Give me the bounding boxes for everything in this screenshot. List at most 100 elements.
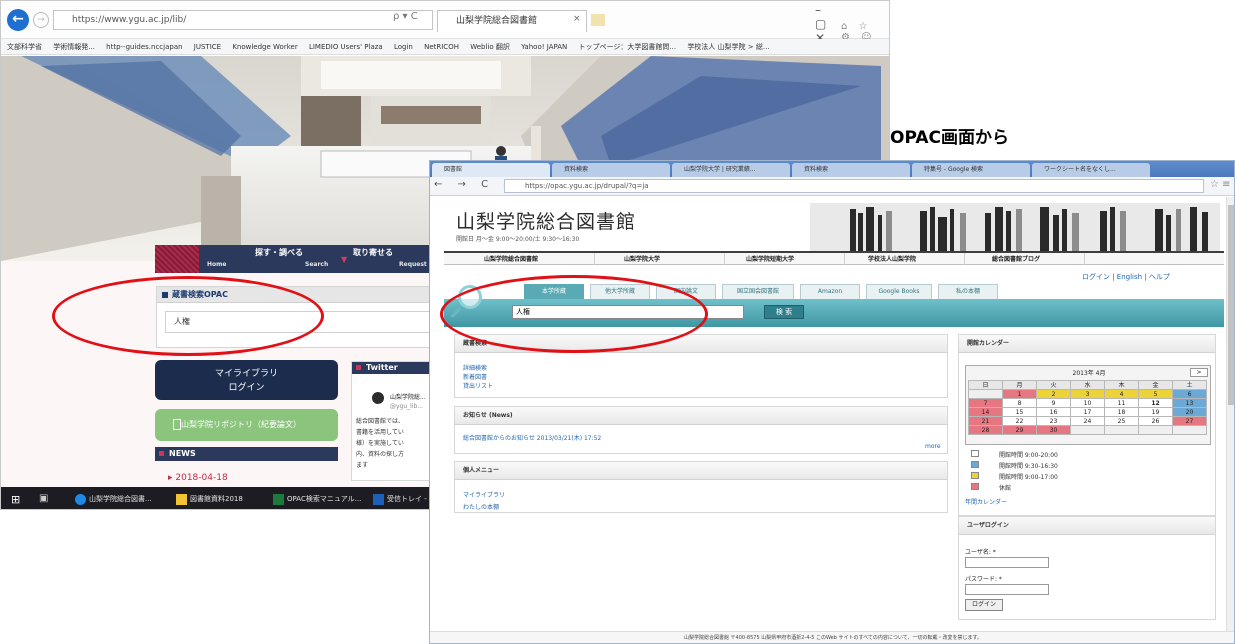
favorite-link[interactable]: Yahoo! JAPAN <box>521 43 567 51</box>
nav-blog[interactable]: 総合図書館ブログ <box>992 254 1040 265</box>
favorite-link[interactable]: Login <box>394 43 413 51</box>
calendar-day: 21 <box>968 416 1003 426</box>
login-button[interactable]: ログイン <box>965 599 1003 611</box>
chrome-tab[interactable]: 資料検索 <box>792 163 910 177</box>
calendar-day: 23 <box>1036 416 1071 426</box>
nav-school-corp[interactable]: 学校法人山梨学院 <box>868 254 916 265</box>
taskbar-label: 山梨学院総合図書... <box>89 495 152 503</box>
favorite-link[interactable]: LIMEDIO Users' Plaza <box>309 43 383 51</box>
legend-label: 休館 <box>999 485 1012 492</box>
news-date-link[interactable]: ▸ 2018-04-18 <box>168 473 228 483</box>
page-footer: 山梨学院総合図書館 〒400-8575 山梨県甲府市酒折2-4-5 このWeb … <box>430 631 1234 643</box>
calendar-day: 14 <box>968 407 1003 417</box>
weekday-header: 木 <box>1104 380 1139 390</box>
calendar-day: 27 <box>1172 416 1207 426</box>
weekday-header: 金 <box>1138 380 1173 390</box>
calendar-day: 13 <box>1172 398 1207 408</box>
favorite-link[interactable]: NetRICOH <box>424 43 459 51</box>
taskbar-folder[interactable]: 図書館資料2018 <box>176 491 243 507</box>
favorite-link[interactable]: JUSTICE <box>194 43 221 51</box>
tab-my-bookshelf[interactable]: 私の本棚 <box>938 284 998 299</box>
forward-arrow-icon[interactable]: → <box>33 12 49 28</box>
taskbar-excel[interactable]: OPAC検索マニュアル... <box>273 491 361 507</box>
my-bookshelf-link[interactable]: わたしの本棚 <box>463 502 499 511</box>
calendar-day: 29 <box>1002 425 1037 435</box>
favorite-link[interactable]: Knowledge Worker <box>232 43 297 51</box>
calendar-day: 4 <box>1104 389 1139 399</box>
chrome-tab-strip: 図書館 資料検索 山梨学院大学 | 研究業績... 資料検索 特集号 - Goo… <box>430 161 1234 177</box>
chrome-tab[interactable]: 資料検索 <box>552 163 670 177</box>
calendar-day: 6 <box>1172 389 1207 399</box>
nav-divider <box>1084 253 1085 265</box>
nav-home[interactable]: Home <box>207 261 226 268</box>
bookmark-star-icon[interactable]: ☆ ≡ <box>1210 179 1231 190</box>
favorite-link[interactable]: 学術情報発... <box>53 43 95 51</box>
taskbar-ie[interactable]: 山梨学院総合図書... <box>75 491 152 507</box>
username-input[interactable] <box>965 557 1049 568</box>
weekday-header: 土 <box>1172 380 1207 390</box>
favorite-link[interactable]: http--guides.nccjapan <box>106 43 182 51</box>
nav-library[interactable]: 山梨学院総合図書館 <box>484 254 538 265</box>
next-month-button[interactable]: > <box>1190 368 1208 377</box>
library-title[interactable]: 山梨学院総合図書館 <box>456 207 636 234</box>
tab-ndl[interactable]: 国立国会図書館 <box>722 284 794 299</box>
taskbar-label: OPAC検索マニュアル... <box>287 495 362 503</box>
advanced-search-link[interactable]: 詳細検索 <box>463 363 487 372</box>
close-tab-icon[interactable]: × <box>573 14 581 24</box>
favorite-link[interactable]: 学校法人 山梨学院 > 総... <box>687 43 769 51</box>
password-input[interactable] <box>965 584 1049 595</box>
chrome-toolbar: ← → C ⌂ https://opac.ygu.ac.jp/drupal/?q… <box>430 177 1234 196</box>
news-item-link[interactable]: 総合図書館からのお知らせ 2013/03/21(木) 17:52 <box>463 433 601 442</box>
excel-icon <box>273 493 284 505</box>
nav-junior-college[interactable]: 山梨学院短期大学 <box>746 254 794 265</box>
chrome-tab[interactable]: 特集号 - Google 検索 <box>912 163 1030 177</box>
twitter-account-name[interactable]: 山梨学院総... <box>390 392 426 401</box>
nav-decor <box>155 245 199 273</box>
favorite-link[interactable]: Weblio 翻訳 <box>470 43 510 51</box>
nav-divider <box>964 253 965 265</box>
nav-request[interactable]: 取り寄せる <box>353 247 393 258</box>
tab-amazon[interactable]: Amazon <box>800 284 860 299</box>
chrome-tab[interactable]: 図書館 <box>432 163 550 177</box>
favorite-link[interactable]: 文部科学省 <box>7 43 42 51</box>
search-refresh-icon[interactable]: ρ ▾ C <box>393 11 418 22</box>
ie-icon <box>75 493 86 505</box>
my-library-login-button[interactable]: マイライブラリ ログイン <box>155 360 338 400</box>
weekday-header: 日 <box>968 380 1003 390</box>
chrome-address-bar[interactable]: https://opac.ygu.ac.jp/drupal/?q=ja <box>504 179 1204 193</box>
legend-label: 開館時間 9:30-16:30 <box>999 463 1058 470</box>
chrome-tab[interactable]: ワークシート名をなくし... <box>1032 163 1150 177</box>
ie-title-bar: ← → https://www.ygu.ac.jp/lib/ ρ ▾ C 山梨学… <box>1 1 889 45</box>
my-library-link[interactable]: マイライブラリ <box>463 490 505 499</box>
calendar-day: 18 <box>1104 407 1139 417</box>
scrollbar-thumb[interactable] <box>1228 205 1234 405</box>
ie-address-bar[interactable]: https://www.ygu.ac.jp/lib/ <box>53 10 433 30</box>
chrome-tab[interactable]: 山梨学院大学 | 研究業績... <box>672 163 790 177</box>
ie-tab-library[interactable]: 山梨学院総合図書館 <box>437 10 587 32</box>
nav-search[interactable]: 探す・調べる <box>255 247 303 258</box>
nav-university[interactable]: 山梨学院大学 <box>624 254 660 265</box>
legend-swatch <box>971 450 979 457</box>
loan-list-link[interactable]: 貸出リスト <box>463 381 493 390</box>
taskbar-outlook[interactable]: 受信トレイ - ... <box>373 491 436 507</box>
weekday-header: 月 <box>1002 380 1037 390</box>
back-arrow-icon[interactable]: ← <box>7 9 29 31</box>
new-books-link[interactable]: 新着図書 <box>463 372 487 381</box>
calendar-day: 19 <box>1138 407 1173 417</box>
favorite-link[interactable]: トップページ：大学図書館問... <box>579 43 677 51</box>
windows-start-icon[interactable]: ⊞ <box>11 493 20 506</box>
legend-swatch <box>971 461 979 468</box>
avatar[interactable] <box>372 392 384 404</box>
tab-google-books[interactable]: Google Books <box>866 284 932 299</box>
more-link[interactable]: more <box>925 443 941 450</box>
task-view-icon[interactable]: ▣ <box>39 493 48 504</box>
search-button[interactable]: 検 索 <box>764 305 804 319</box>
annual-calendar-link[interactable]: 年間カレンダー <box>965 497 1007 506</box>
panel-title: ユーザログイン <box>959 517 1215 535</box>
new-tab-button[interactable] <box>591 14 605 26</box>
legend-swatch <box>971 483 979 490</box>
composite-screenshot: ← → https://www.ygu.ac.jp/lib/ ρ ▾ C 山梨学… <box>0 0 1235 644</box>
calendar-day: 28 <box>968 425 1003 435</box>
vertical-scrollbar[interactable] <box>1226 197 1234 631</box>
repository-button[interactable]: 山梨学院リポジトリ（紀要論文） <box>155 409 338 441</box>
